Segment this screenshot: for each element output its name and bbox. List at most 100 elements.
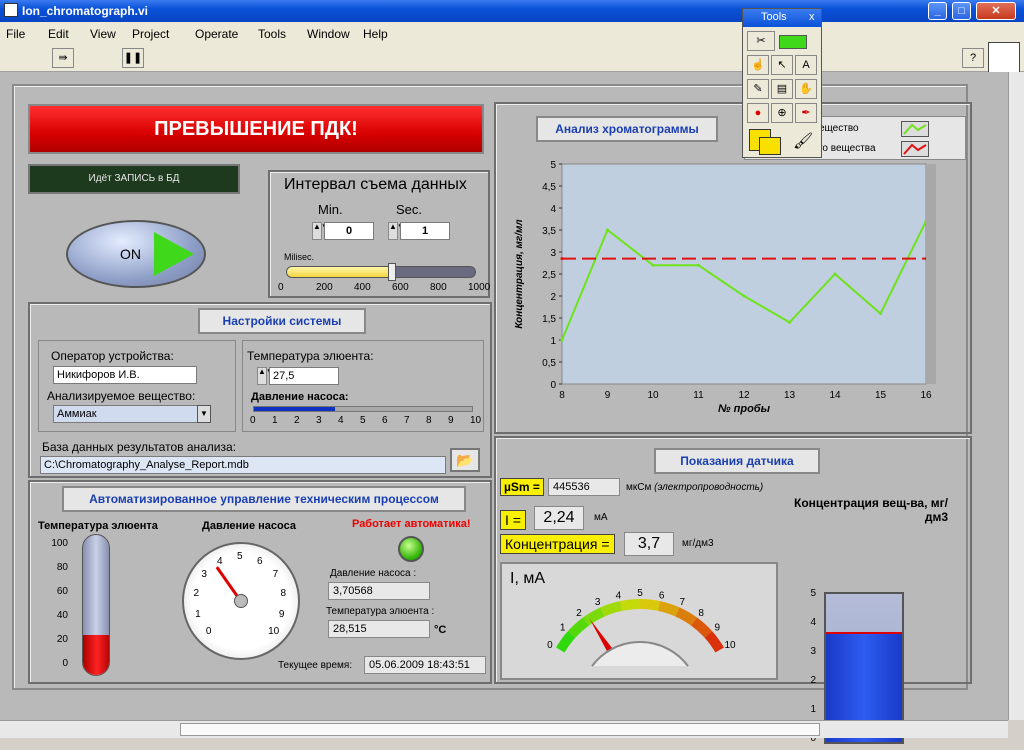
ms-tick: 1000	[468, 282, 491, 293]
pressure-tick: 10	[470, 415, 482, 426]
temp-stepper[interactable]: ▲▼	[257, 367, 274, 385]
close-button[interactable]: ✕	[976, 2, 1016, 20]
auto-tool-led	[779, 35, 807, 49]
meter-tick-label: 10	[725, 640, 737, 651]
color-copy-tool-icon[interactable]: ✒	[795, 103, 817, 123]
breakpoint-tool-icon[interactable]: ●	[747, 103, 769, 123]
min-field[interactable]: 0	[324, 222, 374, 240]
auto-tool-icon[interactable]: ✂	[747, 31, 775, 51]
dial-tick: 2	[193, 588, 200, 600]
chromatogram-chart: 0 0,5 1 1,5 2 2,5 3 3,5 4 4,5 5 8 9 10 11 12 13 14 15 16 № п…	[514, 160, 936, 415]
position-tool-icon[interactable]: ↖	[771, 55, 793, 75]
color-bg-swatch[interactable]	[759, 137, 781, 155]
sensor-box: Показания датчика µSm = 445536 мкСм (эле…	[494, 436, 972, 744]
shortcut-tool-icon[interactable]: ▤	[771, 79, 793, 99]
operator-input[interactable]: Никифоров И.В.	[53, 366, 197, 384]
text-tool-icon[interactable]: A	[795, 55, 817, 75]
ms-slider[interactable]	[286, 263, 476, 281]
color-tool-icon[interactable]: 🖌	[793, 131, 813, 151]
on-button-label: ON	[120, 246, 141, 262]
operate-tool-icon[interactable]: ☝	[747, 55, 769, 75]
auto-led	[398, 536, 424, 562]
horizontal-scrollbar[interactable]	[0, 720, 1008, 738]
meter-tick-label: 2	[576, 608, 582, 619]
pause-button[interactable]: ❚❚	[122, 48, 144, 68]
meter-tick-label: 9	[715, 622, 721, 633]
sec-stepper[interactable]: ▲▼	[388, 222, 405, 240]
tools-close-button[interactable]: x	[809, 11, 815, 23]
folder-open-icon[interactable]: 📂	[450, 448, 480, 472]
auto-pressure-label: Давление насоса :	[330, 568, 417, 579]
pressure-tick: 1	[272, 415, 278, 426]
min-label: Min.	[318, 202, 343, 217]
app-icon	[4, 3, 18, 17]
pressure-ticks: 0 1 2 3 4 5 6 7 8 9 10	[250, 415, 481, 429]
alarm-banner: ПРЕВЫШЕНИЕ ПДК!	[28, 104, 484, 154]
y-tick-label: 1,5	[542, 314, 556, 325]
menu-tools[interactable]: Tools	[258, 27, 286, 41]
substance-select[interactable]: Аммиак	[53, 405, 211, 423]
run-arrow-button[interactable]: ⇛	[52, 48, 74, 68]
usm-unit-group: мкСм (электропроводность)	[626, 482, 763, 493]
series-point-1	[879, 312, 882, 316]
maximize-button[interactable]: □	[952, 2, 971, 20]
tank-tick: 1	[810, 704, 816, 715]
ms-label: Milisec.	[284, 252, 315, 262]
dial-tick: 6	[256, 555, 263, 567]
db-path-input[interactable]: C:\Chromatography_Analyse_Report.mdb	[40, 456, 446, 474]
ms-tick: 800	[430, 282, 447, 293]
thermometer	[82, 534, 110, 676]
menu-edit[interactable]: Edit	[48, 27, 69, 41]
thermo-fill	[83, 635, 109, 675]
db-path-text: C:\Chromatography_Analyse_Report.mdb	[44, 459, 249, 471]
vertical-scrollbar[interactable]	[1008, 72, 1024, 720]
thermo-tick: 20	[56, 634, 68, 645]
plot-area	[561, 163, 927, 385]
tools-title-bar: Tools x	[743, 9, 821, 27]
series-point-2	[560, 257, 564, 261]
ms-slider-thumb[interactable]	[387, 263, 396, 281]
dial-tick: 10	[268, 626, 280, 638]
minimize-button[interactable]: _	[928, 2, 947, 20]
scroll-tool-icon[interactable]: ✋	[795, 79, 817, 99]
menu-help[interactable]: Help	[363, 27, 388, 41]
auto-title: Автоматизированное управление технически…	[62, 486, 466, 512]
meter-tick-label: 4	[616, 590, 622, 601]
sec-label: Sec.	[396, 202, 423, 217]
thermo-tick: 80	[56, 562, 68, 573]
sec-field[interactable]: 1	[400, 222, 450, 240]
y-tick-label: 3	[550, 248, 556, 259]
menu-operate[interactable]: Operate	[195, 27, 238, 41]
x-tick-label: 16	[920, 390, 932, 401]
pressure-tick: 4	[338, 415, 344, 426]
meter-arc-segment	[567, 617, 589, 638]
tools-palette: Tools x ✂ ☝ ↖ A ✎ ▤ ✋ ● ⊕ ✒ 🖌	[742, 8, 822, 158]
auto-temp-label: Температура элюента :	[326, 606, 435, 617]
temp-input[interactable]: 27,5	[269, 367, 339, 385]
y-tick-label: 0	[550, 380, 556, 391]
i-unit: мА	[594, 512, 608, 523]
window-title-bar: Ion_chromatograph.vi _ □ ✕	[0, 0, 1024, 22]
dial-tick: 3	[201, 569, 207, 581]
conc-unit: мг/дм3	[682, 538, 714, 549]
usm-note: (электропроводность)	[654, 482, 764, 493]
tank-tick: 5	[810, 588, 816, 599]
help-button[interactable]: ?	[962, 48, 984, 68]
legend-swatch-green	[901, 121, 929, 137]
menu-view[interactable]: View	[90, 27, 116, 41]
menu-window[interactable]: Window	[307, 27, 350, 41]
wire-tool-icon[interactable]: ✎	[747, 79, 769, 99]
auto-pressure-field: 3,70568	[328, 582, 430, 600]
chevron-down-icon[interactable]: ▼	[197, 405, 211, 423]
x-tick-label: 9	[605, 390, 611, 401]
tank-tick: 4	[810, 617, 816, 628]
min-stepper[interactable]: ▲▼	[312, 222, 329, 240]
probe-tool-icon[interactable]: ⊕	[771, 103, 793, 123]
menu-project[interactable]: Project	[132, 27, 169, 41]
temp-pressure-subbox: Температура элюента: ▲▼ 27,5 Давление на…	[242, 340, 484, 432]
menu-bar: File Edit View Project Operate Tools Window Hel…	[0, 22, 1024, 44]
meter-gauge: 012 3 4 5 6 7 89 10	[547, 588, 737, 667]
on-button[interactable]: ON	[66, 220, 206, 288]
scroll-thumb[interactable]	[180, 723, 820, 736]
menu-file[interactable]: File	[6, 27, 25, 41]
